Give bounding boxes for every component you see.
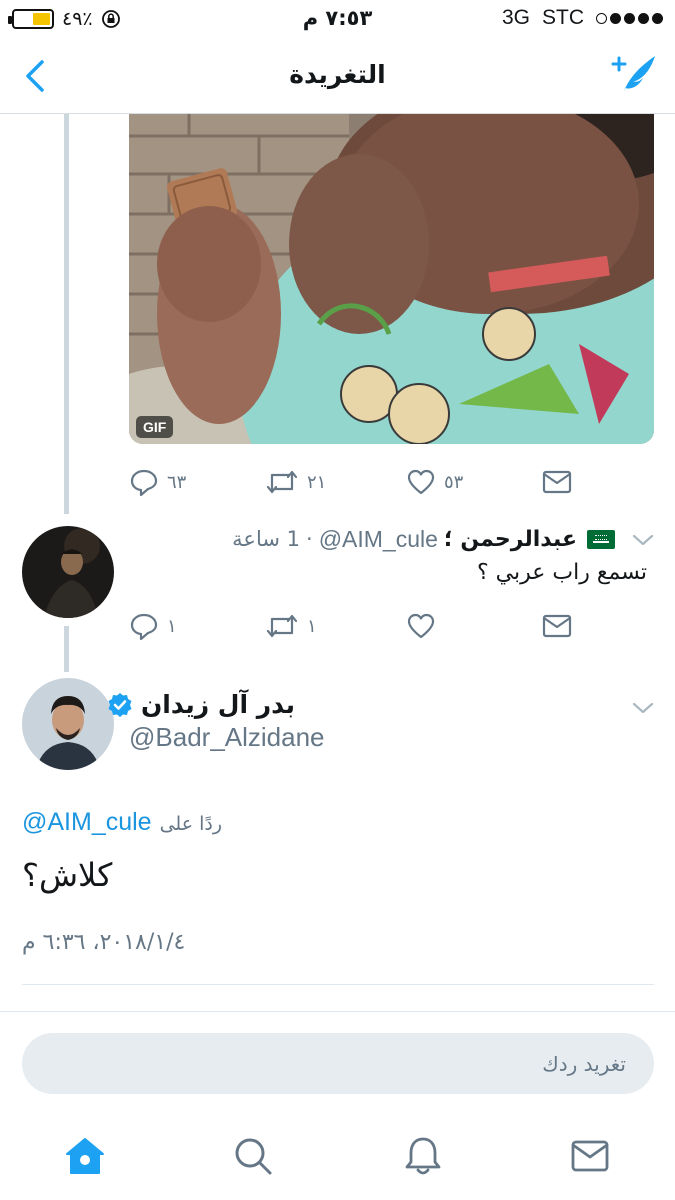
tab-notifications[interactable] — [399, 1132, 447, 1180]
saudi-flag-icon — [587, 529, 615, 549]
replying-to: ردًا على @AIM_cule — [22, 808, 222, 837]
notifications-icon — [405, 1137, 441, 1175]
retweet-icon — [266, 470, 298, 494]
tweet-gif-media[interactable]: GIF — [129, 114, 654, 444]
like-button[interactable]: ٥٣ — [406, 462, 463, 502]
tweet-text: تسمع راب عربي ؟ — [476, 560, 647, 585]
compose-tweet-icon[interactable] — [611, 52, 659, 98]
retweet-button[interactable]: ١ — [265, 606, 317, 646]
reply-tweet-header: عبدالرحمن ؛ @AIM_cule · 1 ساعة — [232, 522, 615, 556]
retweet-count: ٢١ — [307, 471, 327, 493]
avatar-image — [22, 526, 114, 618]
gif-badge: GIF — [136, 416, 174, 438]
reply-button[interactable]: ٦٣ — [129, 462, 186, 502]
verified-icon — [108, 692, 132, 717]
page-title: التغريدة — [289, 60, 386, 89]
thread-line — [64, 626, 69, 672]
tab-search[interactable] — [229, 1132, 277, 1180]
tweet-text: كلاش؟ — [22, 856, 113, 894]
search-icon — [235, 1138, 272, 1175]
thread-line — [64, 114, 69, 514]
carrier-name: STC — [542, 6, 584, 29]
reply-composer[interactable] — [22, 1033, 654, 1094]
avatar-image — [22, 678, 114, 770]
share-dm-button[interactable] — [541, 606, 573, 646]
status-bar: ٤٩٪ ٧:٥٣ م 3G STC — [0, 0, 675, 38]
tweet-actions: ٦٣ ٢١ ٥٣ — [129, 462, 599, 502]
avatar[interactable] — [22, 678, 114, 770]
reply-input[interactable] — [22, 1033, 654, 1094]
signal-strength-icon — [596, 12, 663, 24]
nav-bar: التغريدة — [0, 38, 675, 114]
gif-thumbnail — [129, 114, 654, 444]
status-bar-right: 3G STC — [502, 6, 663, 30]
direct-message-icon — [542, 614, 572, 638]
like-icon — [407, 613, 435, 639]
like-button[interactable] — [406, 606, 436, 646]
author-name[interactable]: عبدالرحمن ؛ — [444, 527, 577, 552]
author-handle[interactable]: @AIM_cule — [319, 526, 438, 553]
tweet-actions: ١ ١ — [129, 606, 599, 646]
retweet-button[interactable]: ٢١ — [265, 462, 326, 502]
replying-to-handle[interactable]: @AIM_cule — [22, 808, 152, 837]
network-type: 3G — [501, 6, 530, 29]
chevron-down-icon[interactable] — [631, 698, 655, 718]
reply-icon — [130, 613, 158, 641]
tab-messages[interactable] — [566, 1132, 614, 1180]
tab-bar — [0, 1112, 675, 1200]
author-name[interactable]: بدر آل زيدان — [141, 690, 295, 719]
share-dm-button[interactable] — [541, 462, 573, 502]
author-handle[interactable]: @Badr_Alzidane — [129, 722, 325, 753]
divider — [22, 984, 654, 985]
main-tweet-author[interactable]: بدر آل زيدان — [107, 690, 295, 719]
divider — [0, 1011, 675, 1012]
avatar[interactable] — [22, 526, 114, 618]
like-count: ٥٣ — [444, 471, 464, 493]
home-icon — [66, 1138, 104, 1174]
replying-to-label: ردًا على — [159, 813, 223, 835]
tab-home[interactable] — [61, 1132, 109, 1180]
direct-message-icon — [542, 470, 572, 494]
separator-dot: · — [306, 527, 313, 551]
messages-icon — [571, 1140, 609, 1172]
reply-icon — [130, 469, 158, 497]
tweet-timestamp: ٢٠١٨/١/٤، ٦:٣٦ م — [22, 930, 186, 955]
retweet-icon — [266, 614, 298, 638]
reply-count: ١ — [167, 615, 177, 637]
reply-count: ٦٣ — [167, 471, 187, 493]
retweet-count: ١ — [307, 615, 317, 637]
tweet-time: 1 ساعة — [232, 527, 300, 551]
like-icon — [407, 469, 435, 495]
reply-button[interactable]: ١ — [129, 606, 177, 646]
chevron-down-icon[interactable] — [631, 530, 655, 550]
